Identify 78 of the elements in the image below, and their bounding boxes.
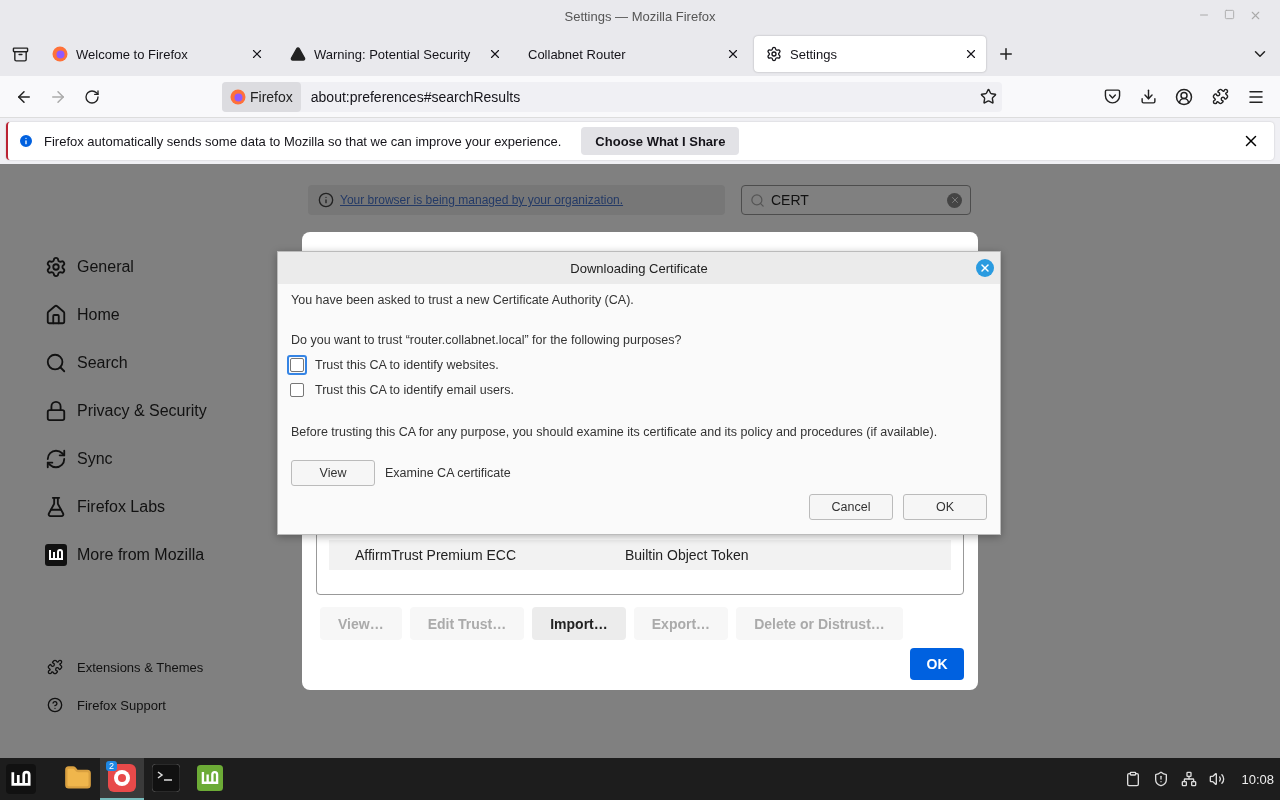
gear-icon bbox=[45, 256, 67, 278]
view-button[interactable]: View bbox=[291, 460, 375, 486]
flask-icon bbox=[45, 496, 67, 518]
warning-icon bbox=[290, 46, 306, 62]
pocket-icon bbox=[1103, 88, 1121, 105]
close-icon[interactable] bbox=[964, 47, 978, 61]
clear-icon bbox=[949, 195, 960, 205]
sidebar-item[interactable]: Home bbox=[45, 291, 120, 339]
star-icon bbox=[979, 88, 997, 105]
settings-icon bbox=[766, 46, 782, 62]
m-logo-icon bbox=[45, 544, 67, 566]
browser-tab[interactable]: Welcome to Firefox bbox=[40, 36, 272, 72]
close-button[interactable] bbox=[976, 259, 994, 277]
account-icon bbox=[1175, 87, 1193, 106]
close-icon[interactable] bbox=[250, 47, 264, 61]
sidebar-item[interactable]: Firefox Labs bbox=[45, 483, 166, 531]
search-icon bbox=[45, 352, 67, 374]
dialog-title: Downloading Certificate bbox=[570, 260, 708, 276]
sidebar-item[interactable]: General bbox=[45, 243, 134, 291]
folder-icon[interactable] bbox=[64, 764, 92, 792]
sidebar-item[interactable]: More from Mozilla bbox=[45, 531, 205, 579]
sidebar-link[interactable]: Extensions & Themes bbox=[45, 648, 204, 686]
close-icon bbox=[979, 262, 991, 274]
firefox-logo-icon bbox=[230, 88, 246, 105]
checkbox-label: Trust this CA to identify websites. bbox=[315, 357, 499, 372]
plus-icon bbox=[997, 45, 1015, 63]
browser-tab[interactable]: Settings bbox=[754, 36, 986, 72]
mint-app-icon bbox=[197, 765, 223, 791]
browser-tab[interactable]: Warning: Potential Security bbox=[278, 36, 510, 72]
sync-icon bbox=[45, 448, 67, 470]
managed-link[interactable]: Your browser is being managed by your organization. bbox=[340, 193, 624, 207]
sidebar-item[interactable]: Search bbox=[45, 339, 128, 387]
certificate-row[interactable]: AffirmTrust Premium ECC Builtin Object Token bbox=[329, 540, 951, 570]
question-text: Do you want to trust “router.collabnet.local” for the following purposes? bbox=[291, 332, 683, 348]
firefox-app-icon[interactable] bbox=[108, 764, 136, 792]
search-icon bbox=[750, 192, 765, 208]
home-icon bbox=[45, 304, 67, 326]
view-label: Examine CA certificate bbox=[385, 466, 511, 480]
sidebar-item[interactable]: Privacy & Security bbox=[45, 387, 207, 435]
window-title: Settings — Mozilla Firefox bbox=[564, 8, 716, 24]
advice-text: Before trusting this CA for any purpose, you should examine its certificate and its policy and procedures (if available). bbox=[291, 424, 939, 440]
search-field[interactable]: CERT bbox=[741, 185, 971, 215]
terminal-icon[interactable] bbox=[152, 764, 180, 792]
info-icon bbox=[18, 133, 34, 149]
puzzle-icon bbox=[1211, 88, 1229, 105]
notification-message: Firefox automatically sends some data to Mozilla so that we can improve your experience. bbox=[44, 133, 562, 149]
firefox-logo-icon bbox=[52, 46, 68, 62]
tray-icon bbox=[11, 45, 29, 63]
ok-button[interactable]: OK bbox=[910, 648, 964, 680]
checkbox-label: Trust this CA to identify email users. bbox=[315, 382, 514, 397]
ok-button[interactable]: OK bbox=[903, 494, 987, 520]
sidebar-link[interactable]: Firefox Support bbox=[45, 686, 166, 724]
certificate-button[interactable]: Import… bbox=[532, 607, 626, 640]
help-icon bbox=[47, 697, 63, 713]
identity-button[interactable]: Firefox bbox=[222, 81, 301, 112]
lock-icon bbox=[45, 400, 67, 422]
sidebar-item[interactable]: Sync bbox=[45, 435, 113, 483]
browser-tab[interactable]: Collabnet Router bbox=[516, 36, 748, 72]
puzzle-icon bbox=[47, 659, 63, 675]
clock[interactable]: 10:08 bbox=[1241, 771, 1274, 787]
choose-share-button[interactable]: Choose What I Share bbox=[581, 127, 740, 155]
close-icon[interactable] bbox=[488, 47, 502, 61]
close-icon[interactable] bbox=[726, 47, 740, 61]
taskbar-app[interactable]: 2 bbox=[100, 758, 144, 800]
mint-menu-icon bbox=[6, 764, 36, 794]
network-icon[interactable] bbox=[1181, 771, 1198, 787]
cancel-button[interactable]: Cancel bbox=[809, 494, 893, 520]
checkbox[interactable] bbox=[290, 382, 304, 397]
reload-icon bbox=[84, 88, 100, 105]
shield-icon[interactable] bbox=[1153, 771, 1170, 787]
download-icon bbox=[1139, 88, 1157, 105]
count-badge: 2 bbox=[106, 761, 117, 771]
clear-button[interactable] bbox=[947, 192, 962, 208]
clipboard-icon[interactable] bbox=[1125, 771, 1142, 787]
intro-text: You have been asked to trust a new Certificate Authority (CA). bbox=[291, 292, 635, 308]
info-icon bbox=[318, 192, 334, 208]
volume-icon[interactable] bbox=[1209, 771, 1226, 787]
url-field[interactable]: about:preferences#searchResults bbox=[300, 88, 974, 105]
